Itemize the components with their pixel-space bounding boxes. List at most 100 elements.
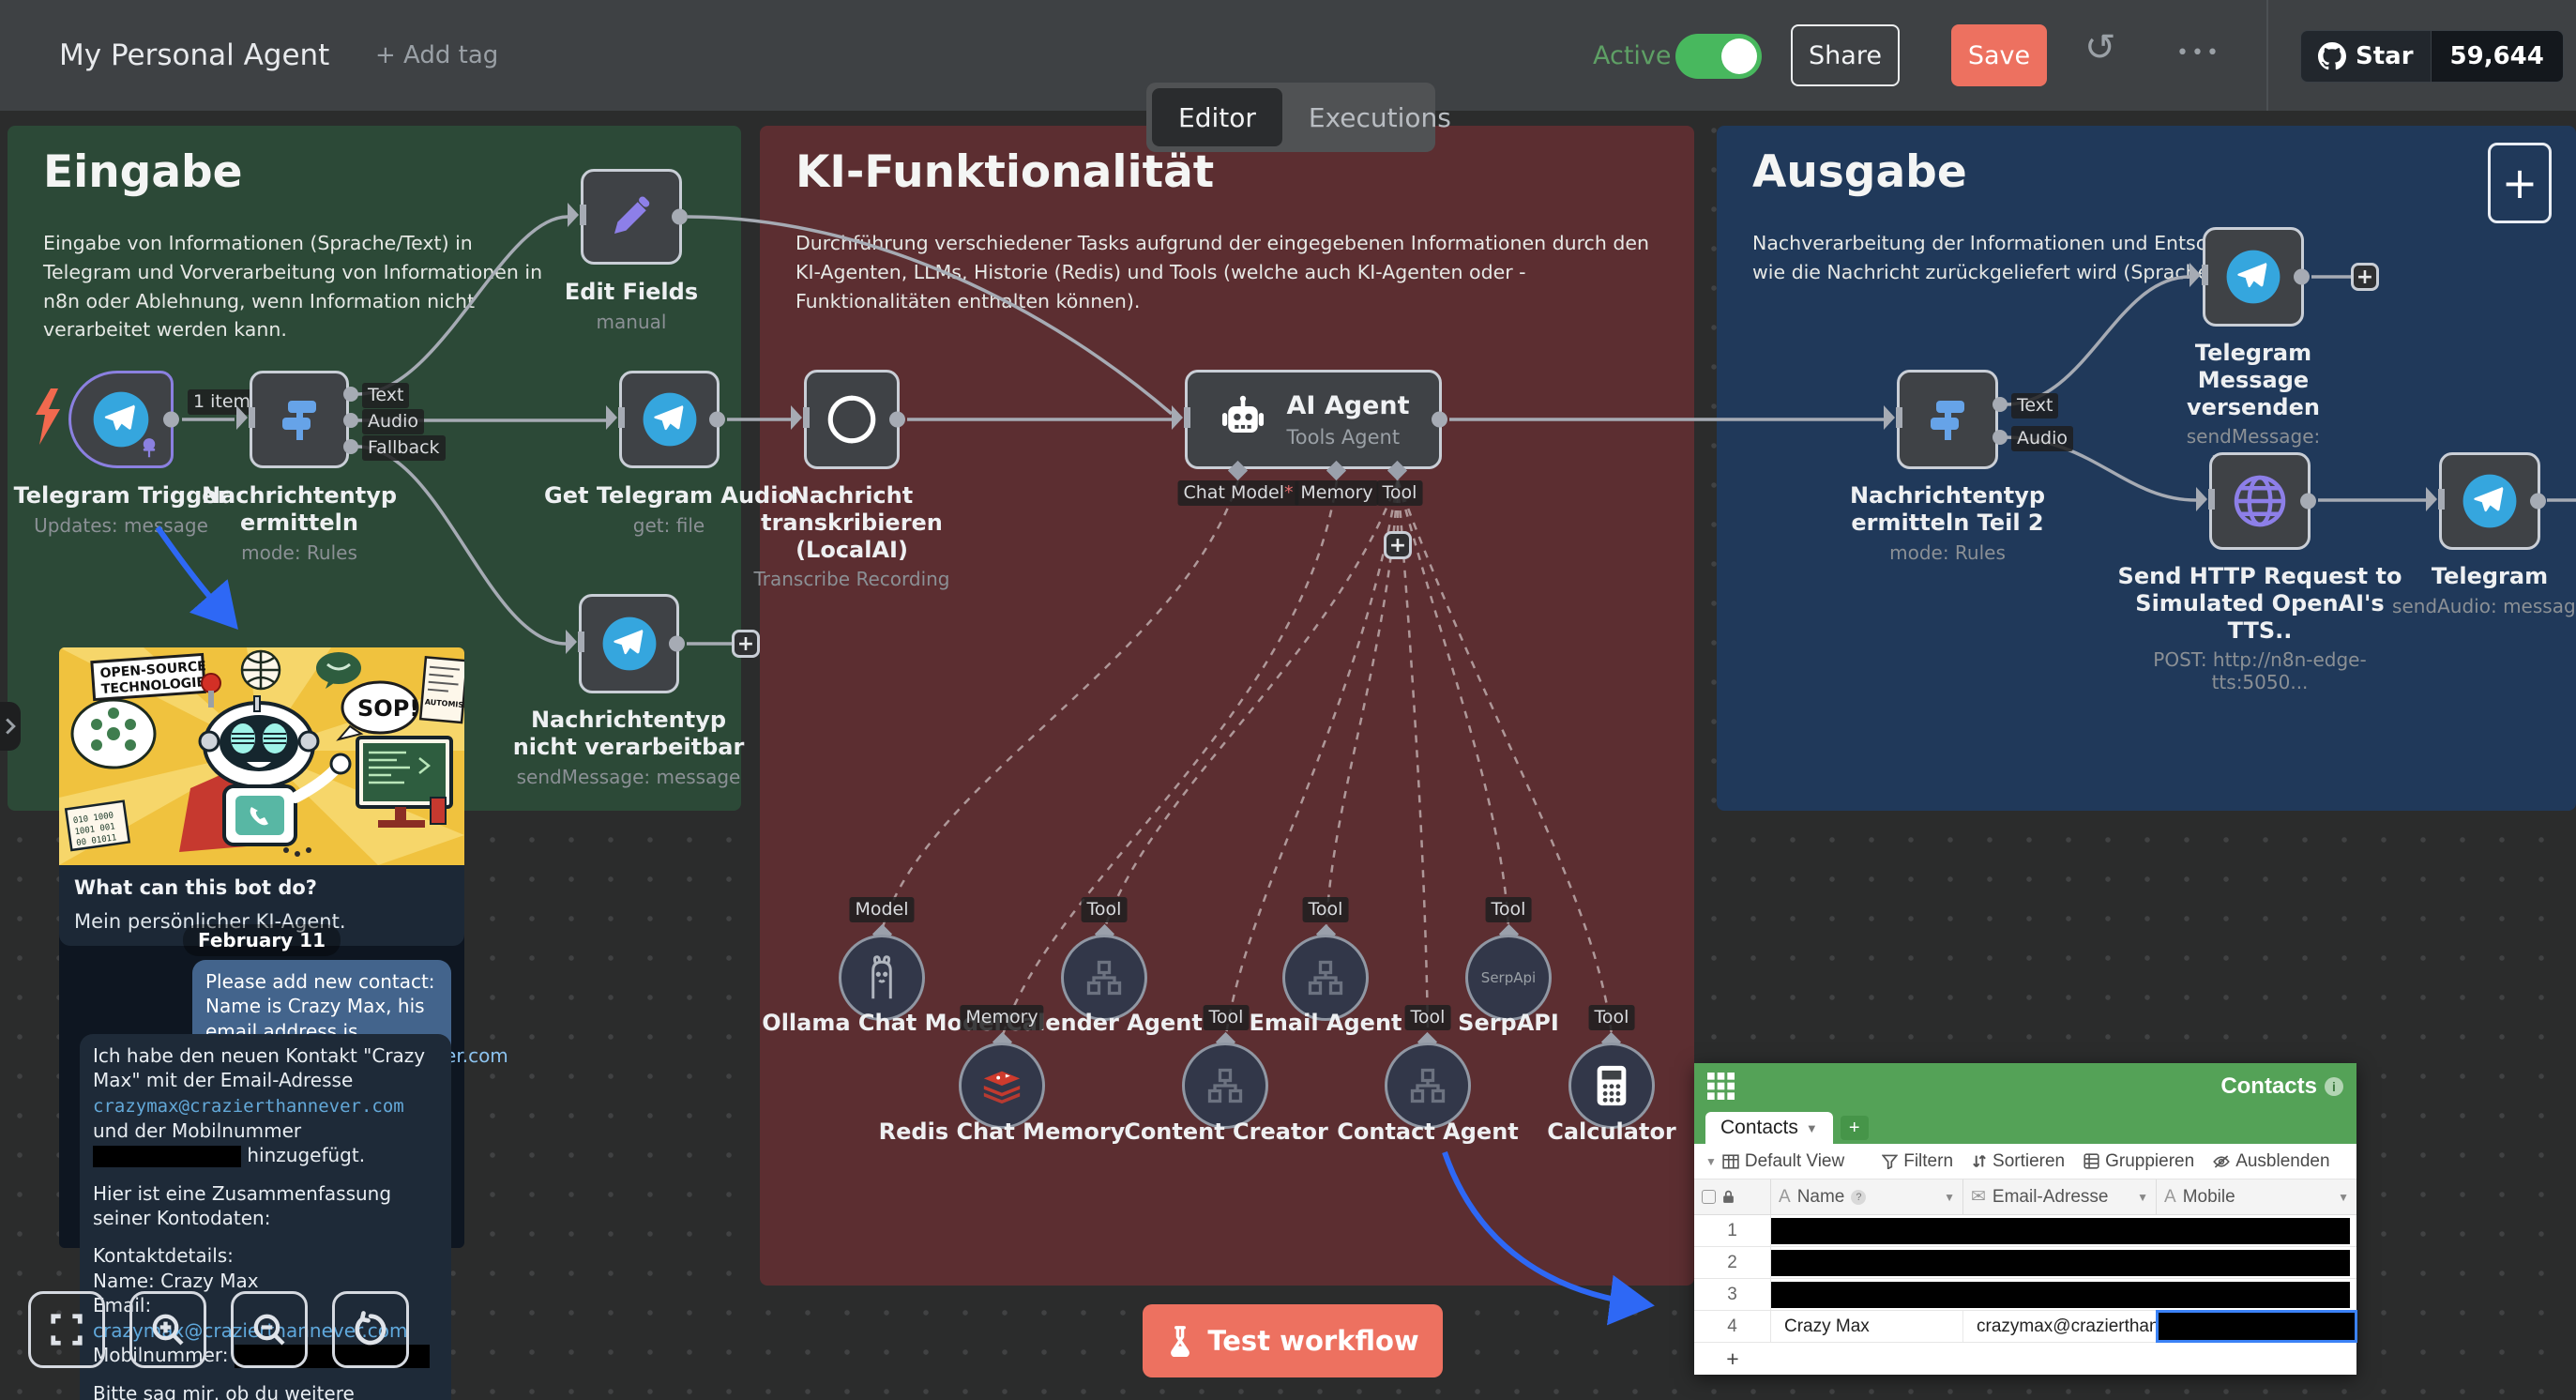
table-row[interactable]: 3 [1694, 1279, 2356, 1311]
output-port[interactable] [2530, 494, 2546, 510]
port-chip-tool: Tool [1204, 1005, 1250, 1030]
output-port[interactable] [1432, 412, 1447, 428]
tool-node-calculator[interactable] [1568, 1042, 1655, 1129]
add-row-button[interactable]: + [1694, 1343, 2356, 1375]
node-telegram-trigger[interactable] [68, 371, 174, 468]
switch-icon [273, 393, 326, 446]
tool-node-contact-agent[interactable] [1385, 1042, 1471, 1129]
zoom-in-button[interactable] [129, 1291, 206, 1368]
add-tool-button[interactable]: + [1384, 531, 1412, 559]
tool-node-content-creator[interactable] [1182, 1042, 1268, 1129]
checkbox-icon[interactable] [1702, 1190, 1716, 1204]
add-node-button[interactable]: + [2488, 143, 2552, 223]
tool-node-email-agent[interactable] [1282, 935, 1369, 1021]
active-toggle[interactable] [1675, 34, 1762, 79]
output-port-text[interactable] [1993, 397, 2008, 412]
grid-icon[interactable] [1707, 1073, 1735, 1101]
input-port[interactable] [236, 405, 255, 434]
tool-node-redis-chat-memory[interactable] [959, 1042, 1045, 1129]
fit-view-button[interactable] [28, 1291, 105, 1368]
panel-expand-handle[interactable] [0, 702, 21, 751]
node-telegram-message-versenden[interactable] [2203, 227, 2304, 327]
output-port-audio[interactable] [1993, 430, 2008, 445]
column-header-email[interactable]: ✉Email-Adresse▼ [1963, 1179, 2157, 1214]
globe-icon [2232, 473, 2288, 529]
output-port[interactable] [2294, 269, 2310, 285]
add-connection-button[interactable]: + [732, 630, 760, 658]
output-port-fallback[interactable] [343, 439, 358, 454]
tool-node-serpapi[interactable]: SerpApi [1465, 935, 1552, 1021]
github-star-widget[interactable]: Star 59,644 [2300, 30, 2564, 83]
input-port[interactable] [568, 203, 586, 231]
output-port[interactable] [2300, 494, 2316, 510]
workflow-title[interactable]: My Personal Agent [59, 38, 329, 72]
output-port[interactable] [709, 412, 725, 428]
input-port[interactable] [2196, 487, 2215, 515]
hide-fields-button[interactable]: Ausblenden [2213, 1151, 2329, 1172]
view-selector[interactable]: ▼ Default View [1705, 1151, 1844, 1172]
node-nachrichtentyp-ermitteln[interactable] [250, 371, 349, 468]
node-telegram-audio[interactable] [2439, 452, 2540, 550]
tab-editor[interactable]: Editor [1152, 88, 1282, 146]
port-chip-tool: Tool [1405, 1005, 1451, 1030]
more-menu-icon[interactable]: ••• [2176, 41, 2221, 65]
email-link-mono[interactable]: crazymax@crazierthannever.com [93, 1096, 404, 1117]
column-header-mobile[interactable]: AMobile▼ [2157, 1179, 2356, 1214]
output-port[interactable] [163, 412, 179, 428]
info-icon[interactable]: i [2325, 1077, 2343, 1096]
input-port[interactable] [1884, 405, 1902, 434]
table-row[interactable]: 4 Crazy Max crazymax@crazierthaneve... [1694, 1311, 2356, 1343]
telegram-icon [600, 615, 659, 673]
sort-button[interactable]: Sortieren [1972, 1151, 2065, 1172]
output-port-audio[interactable] [343, 413, 358, 428]
node-get-telegram-audio[interactable] [619, 371, 720, 468]
github-star-button[interactable]: Star [2301, 31, 2431, 82]
history-icon[interactable]: ↺ [2084, 26, 2116, 69]
input-port[interactable] [566, 630, 584, 658]
sort-icon [1972, 1153, 1987, 1169]
github-icon [2318, 42, 2346, 70]
tab-executions[interactable]: Executions [1282, 88, 1477, 146]
table-row[interactable]: 2 [1694, 1247, 2356, 1279]
node-http-request-tts[interactable] [2209, 452, 2311, 550]
node-nachrichtentyp-teil2[interactable] [1897, 370, 1998, 469]
column-header-name[interactable]: AName?▼ [1771, 1179, 1963, 1214]
node-label-transkribieren: Nachricht transkribieren (LocalAI) Trans… [706, 482, 997, 590]
filter-button[interactable]: Filtern [1882, 1151, 1953, 1172]
node-name: Nachrichtentyp nicht verarbeitbar [507, 707, 750, 761]
input-port[interactable] [791, 405, 810, 434]
tab-contacts[interactable]: Contacts▼ [1705, 1112, 1833, 1144]
output-port[interactable] [889, 412, 905, 428]
redacted-phone [93, 1146, 241, 1167]
cell-name[interactable]: Crazy Max [1771, 1311, 1963, 1342]
input-port[interactable] [2426, 487, 2445, 515]
save-button[interactable]: Save [1951, 24, 2047, 86]
reset-zoom-button[interactable] [332, 1291, 409, 1368]
group-button[interactable]: Gruppieren [2084, 1151, 2194, 1172]
table-row[interactable]: 1 [1694, 1215, 2356, 1247]
select-all-column[interactable] [1694, 1179, 1771, 1214]
tool-node-calender-agent[interactable] [1061, 935, 1147, 1021]
node-name: Nachricht transkribieren (LocalAI) [706, 482, 997, 563]
input-port[interactable] [2190, 263, 2208, 291]
input-port[interactable] [606, 405, 625, 434]
input-port[interactable] [1172, 405, 1190, 434]
add-tag-button[interactable]: + Add tag [375, 41, 498, 69]
cell-email[interactable]: crazymax@crazierthaneve... [1963, 1311, 2157, 1342]
node-ai-agent[interactable]: AI Agent Tools Agent [1185, 370, 1442, 469]
add-connection-button[interactable]: + [2351, 263, 2379, 291]
node-edit-fields[interactable] [581, 169, 682, 265]
share-button[interactable]: Share [1791, 24, 1900, 86]
node-nachrichtentyp-nicht-verarbeitbar[interactable] [579, 594, 679, 693]
zoom-out-button[interactable] [231, 1291, 308, 1368]
tool-node-ollama-chat-model[interactable] [839, 935, 925, 1021]
test-workflow-button[interactable]: Test workflow [1143, 1304, 1443, 1377]
output-port[interactable] [672, 209, 688, 225]
add-table-button[interactable]: + [1841, 1116, 1869, 1140]
pencil-icon [606, 191, 657, 242]
redacted-row [1771, 1250, 2350, 1276]
output-port-text[interactable] [343, 387, 358, 402]
node-nachricht-transkribieren[interactable] [804, 370, 900, 469]
cell-mobile-selected[interactable] [2157, 1311, 2356, 1342]
output-port[interactable] [669, 636, 685, 652]
